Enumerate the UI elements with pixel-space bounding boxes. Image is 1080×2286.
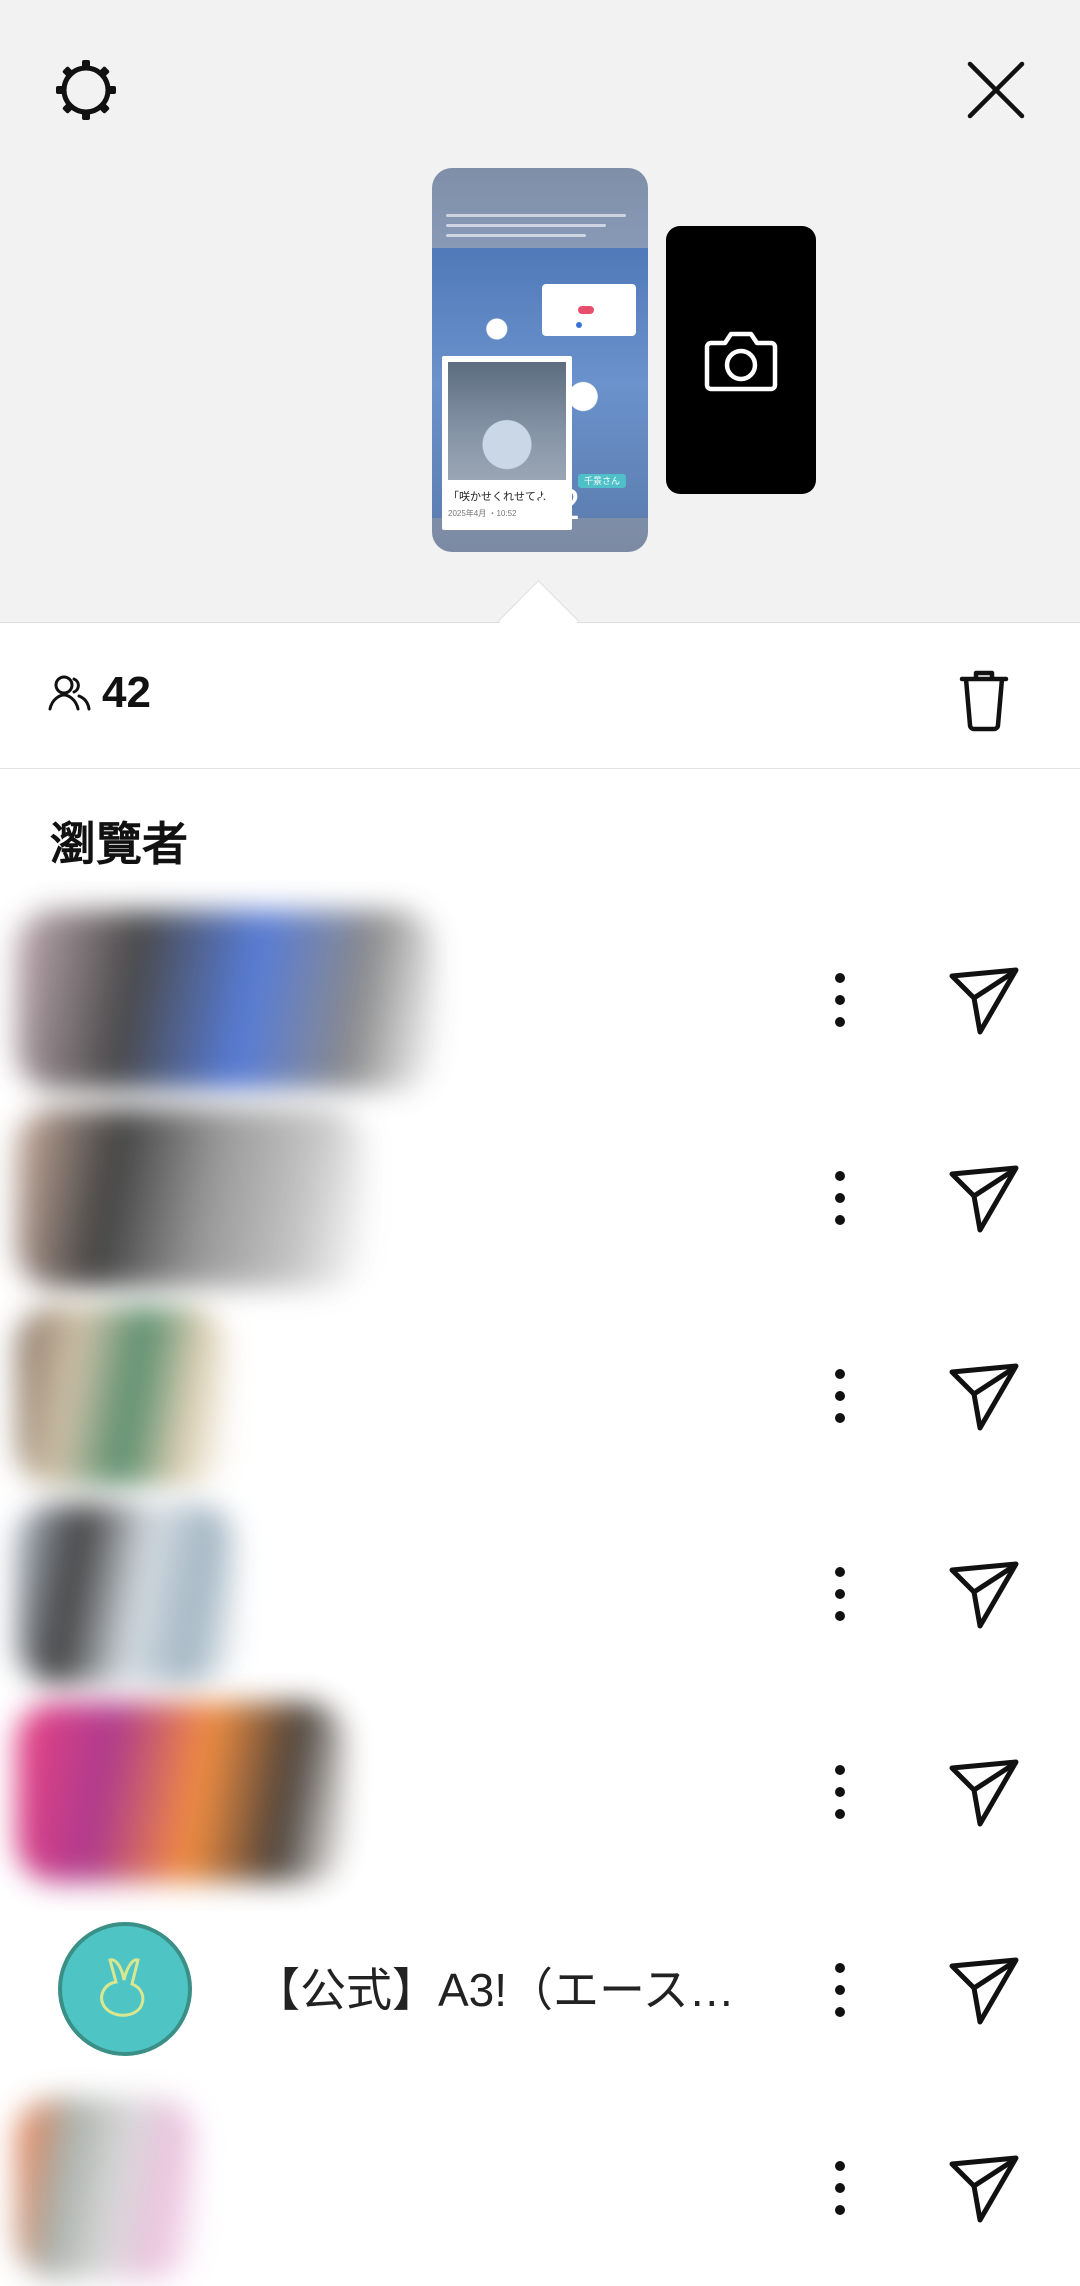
viewer-row[interactable]: [0, 1296, 1080, 1494]
camera-icon: [704, 331, 778, 392]
text-line: [446, 214, 626, 217]
figure-image: [448, 362, 566, 480]
obscured-viewer-identity: [16, 910, 436, 1090]
avatar[interactable]: [58, 1922, 192, 2056]
viewer-row[interactable]: 【公式】A3!（エース…: [0, 1890, 1080, 2088]
obscured-viewer-identity: [16, 1306, 226, 1486]
preview-view-count: 42: [532, 480, 580, 529]
viewer-row[interactable]: [0, 2088, 1080, 2286]
preview-tag: 千景さん: [578, 474, 626, 488]
obscured-viewer-identity: [16, 2098, 196, 2278]
preview-date: 2025年4月 ・10:52: [448, 509, 517, 518]
delete-button[interactable]: [948, 663, 1020, 735]
viewer-row[interactable]: [0, 1098, 1080, 1296]
obscured-viewer-identity: [16, 1504, 236, 1684]
close-button[interactable]: [950, 44, 1042, 136]
rabbit-logo-icon: [100, 1958, 145, 2017]
text-line: [446, 224, 606, 227]
more-options-button[interactable]: [816, 1954, 864, 2026]
viewer-count: 42: [102, 668, 151, 717]
send-message-button[interactable]: [944, 2148, 1024, 2228]
story-thumbnail[interactable]: 「咲かせくれせてよ 2025年4月 ・10:52 千景さん 42: [432, 168, 648, 552]
story-preview-panel: 「咲かせくれせてよ 2025年4月 ・10:52 千景さん 42: [0, 0, 1080, 623]
stats-row: 42: [0, 623, 1080, 769]
send-message-button[interactable]: [944, 1752, 1024, 1832]
people-icon: [48, 675, 91, 711]
more-options-button[interactable]: [816, 1360, 864, 1432]
sticker-card: [542, 284, 636, 336]
send-message-button[interactable]: [944, 960, 1024, 1040]
viewer-row[interactable]: [0, 900, 1080, 1098]
viewer-name: 【公式】A3!（エース…: [254, 1964, 735, 2016]
obscured-viewer-identity: [16, 1108, 366, 1288]
obscured-viewer-identity: [16, 1702, 346, 1882]
more-options-button[interactable]: [816, 1558, 864, 1630]
more-options-button[interactable]: [816, 964, 864, 1036]
send-message-button[interactable]: [944, 1158, 1024, 1238]
send-message-button[interactable]: [944, 1950, 1024, 2030]
send-message-button[interactable]: [944, 1554, 1024, 1634]
viewers-section-title: 瀏覽者: [50, 818, 188, 870]
close-icon: [967, 61, 1025, 119]
settings-button[interactable]: [40, 44, 132, 136]
text-line: [446, 234, 586, 237]
more-options-button[interactable]: [816, 2152, 864, 2224]
more-options-button[interactable]: [816, 1756, 864, 1828]
send-message-button[interactable]: [944, 1356, 1024, 1436]
viewer-row[interactable]: [0, 1692, 1080, 1890]
gear-icon: [56, 60, 116, 120]
viewer-row[interactable]: [0, 1494, 1080, 1692]
sticker-pill: [578, 306, 594, 314]
sticker-dot: [576, 322, 582, 328]
add-story-camera-button[interactable]: [666, 226, 816, 494]
more-options-button[interactable]: [816, 1162, 864, 1234]
